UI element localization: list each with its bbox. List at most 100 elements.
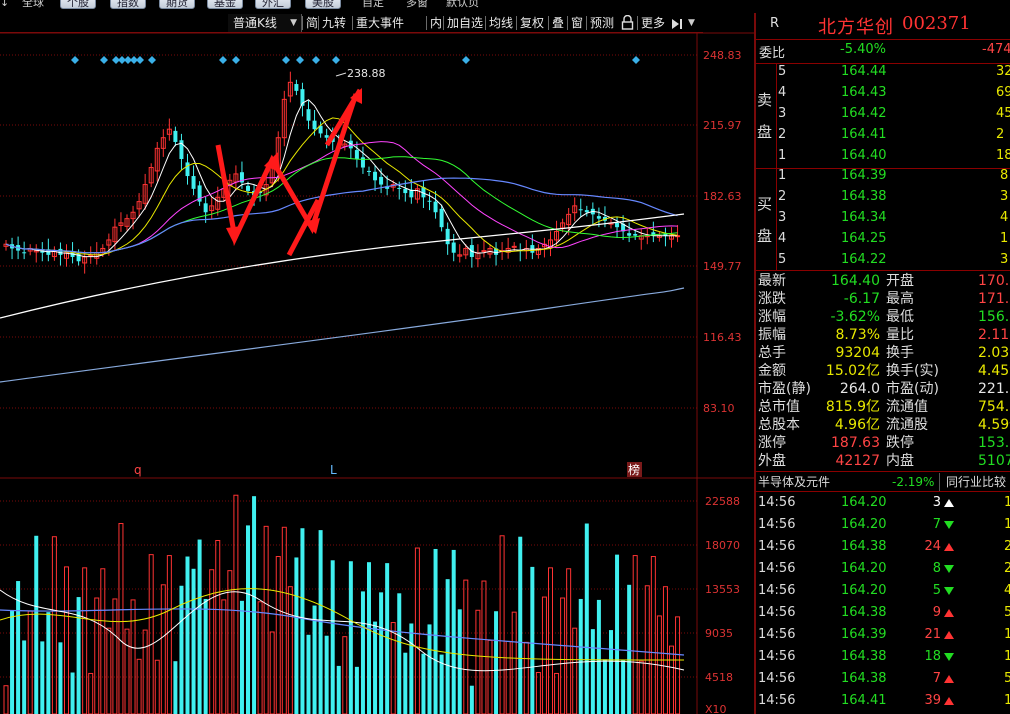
tick-volume: 5: [933, 580, 954, 602]
buy-level-vol: 4: [1000, 210, 1009, 225]
volume-bar-up: [414, 547, 420, 714]
candle-down: [312, 120, 317, 130]
volume-bar-up: [112, 598, 118, 714]
volume-bar-down: [40, 641, 45, 714]
candle-down: [185, 162, 190, 177]
sell-level-no: 4: [778, 85, 787, 100]
volume-bar-up: [463, 579, 469, 714]
stat-label: 换手(实): [886, 363, 939, 379]
annotation-arrowhead: [226, 226, 242, 244]
tick-last: 15: [1004, 693, 1010, 708]
buy-level[interactable]: 1 164.39 8: [756, 168, 1010, 189]
candle-down: [203, 203, 208, 213]
stat-value: 93204: [835, 345, 880, 361]
stat-label: 最低: [886, 309, 914, 325]
stat-label: 总股本: [758, 417, 800, 433]
event-marker: [462, 56, 470, 64]
industry-compare-button[interactable]: 同行业比较: [946, 473, 1006, 491]
volume-bar-down: [397, 593, 402, 714]
stat-row: 外盘 42127 内盘 51077: [756, 452, 1010, 470]
tick-volume: 24: [924, 536, 954, 558]
volume-bar-up: [499, 535, 505, 714]
weibi-row: 委比 -5.40% -474: [756, 42, 1010, 62]
volume-bar-up: [3, 685, 9, 714]
buy-level[interactable]: 3 164.34 4: [756, 210, 1010, 231]
volume-bar-up: [269, 631, 275, 714]
stat-value: 15.02亿: [825, 363, 880, 379]
volume-bar-down: [336, 665, 341, 714]
sell-level[interactable]: 1 164.40 18: [756, 148, 1010, 169]
buy-level-vol: 3: [1000, 252, 1009, 267]
buy-level-price: 164.22: [841, 252, 887, 267]
stat-label: 换手: [886, 345, 914, 361]
tick-row: 14:56 164.20 7 1: [756, 514, 1010, 536]
volume-tick-label: 9035: [705, 627, 733, 640]
sell-level[interactable]: 5 164.44 32: [756, 64, 1010, 85]
arrow-up-icon: [944, 542, 954, 551]
volume-bar-up: [475, 609, 481, 714]
tick-time: 14:56: [758, 649, 796, 664]
candle-down: [397, 187, 402, 189]
stat-value: 2.11: [978, 327, 1010, 343]
buy-level[interactable]: 4 164.25 1: [756, 231, 1010, 252]
volume-bar-up: [275, 556, 281, 714]
tick-time: 14:56: [758, 517, 796, 532]
volume-bar-up: [523, 641, 529, 714]
weibi-value: -5.40%: [840, 42, 886, 57]
volume-bar-down: [457, 609, 462, 714]
price-tick-label: 116.43: [703, 331, 742, 344]
arrow-up-icon: [944, 696, 954, 705]
volume-bar-up: [166, 555, 172, 714]
industry-row: 半导体及元件 -2.19% 同行业比较: [756, 473, 1010, 491]
volume-bar-down: [451, 549, 456, 714]
volume-bar-up: [94, 597, 100, 714]
candle-down: [439, 208, 444, 228]
tick-row: 14:56 164.20 3 1: [756, 492, 1010, 514]
volume-bar-up: [560, 597, 566, 714]
divider: [756, 39, 1010, 40]
volume-bar-down: [530, 566, 535, 714]
event-marker: [136, 56, 144, 64]
volume-bar-up: [505, 640, 511, 714]
candle-down: [451, 242, 456, 253]
event-marker: [312, 56, 320, 64]
tick-time: 14:56: [758, 539, 796, 554]
event-marker: [632, 56, 640, 64]
volume-bar-down: [191, 568, 196, 714]
volume-bar-down: [58, 642, 63, 714]
sell-level[interactable]: 4 164.43 69: [756, 85, 1010, 106]
arrow-down-icon: [944, 520, 954, 529]
weibi-label: 委比: [759, 46, 786, 61]
stat-value: 2.03%: [978, 345, 1010, 361]
sell-level-price: 164.40: [841, 148, 887, 163]
volume-bar-down: [433, 548, 438, 714]
tick-last: 5: [1004, 671, 1010, 686]
volume-bar-up: [662, 586, 668, 714]
candle-down: [433, 201, 438, 213]
divider: [756, 471, 1010, 472]
stat-row: 总股本 4.96亿流通股 4.59亿: [756, 416, 1010, 434]
stat-label: 开盘: [886, 273, 914, 289]
high-price-label: 238.88: [347, 67, 386, 80]
tick-last: 1: [1004, 517, 1010, 532]
sell-level[interactable]: 3 164.42 45: [756, 106, 1010, 127]
list-badge: 榜: [628, 462, 640, 477]
stat-row: 涨幅 -3.62% 最低 156.11: [756, 308, 1010, 326]
sell-level-vol: 69: [996, 85, 1010, 100]
volume-bar-up: [209, 569, 215, 714]
kline-chart-area[interactable]: 248.83 215.97 182.63 149.77 116.43 83.10 22588…: [0, 0, 756, 714]
tick-price: 164.20: [841, 583, 887, 598]
volume-bar-up: [554, 672, 560, 714]
sell-level[interactable]: 2 164.41 2: [756, 127, 1010, 148]
volume-bar-up: [118, 523, 124, 714]
buy-level[interactable]: 2 164.38 3: [756, 189, 1010, 210]
tick-row: 14:56 164.39 21 13: [756, 624, 1010, 646]
volume-bar-down: [354, 666, 359, 714]
tick-volume-value: 5: [932, 583, 941, 598]
stat-value: 164.40: [831, 273, 880, 289]
stat-label: 外盘: [758, 453, 786, 469]
buy-level-no: 1: [778, 168, 787, 183]
tick-volume-value: 21: [924, 627, 941, 642]
stat-value: 153.51: [978, 435, 1010, 451]
buy-level-no: 2: [778, 189, 787, 204]
